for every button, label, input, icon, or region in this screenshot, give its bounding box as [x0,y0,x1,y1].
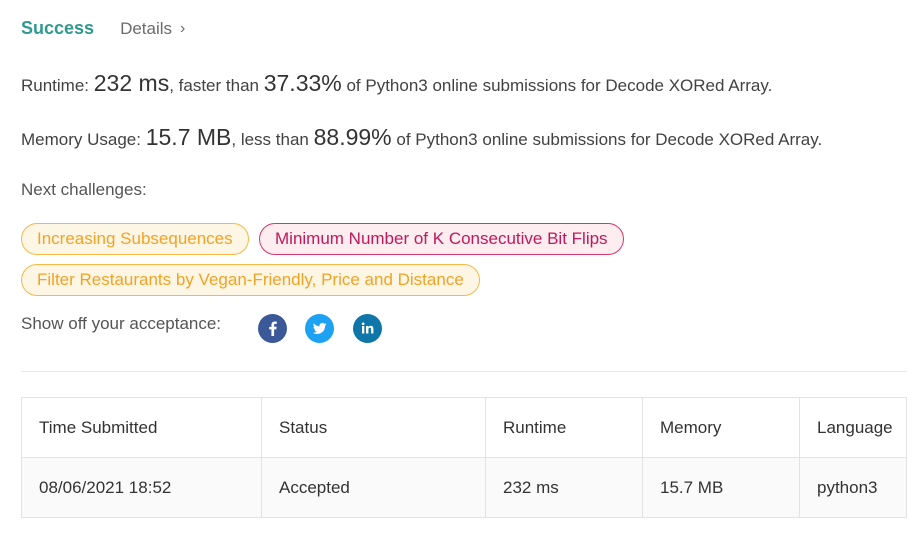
details-link[interactable]: Details › [120,19,185,39]
next-challenges-label: Next challenges: [21,180,147,199]
column-header[interactable]: Memory [642,397,800,458]
runtime-label: Runtime: [21,76,90,95]
chevron-right-icon: › [180,20,186,37]
section-divider [21,371,907,372]
result-header: Success Details › [21,18,185,39]
runtime-value: 232 ms [93,70,170,96]
memory-mid: , less than [231,130,309,149]
challenge-tag[interactable]: Filter Restaurants by Vegan-Friendly, Pr… [21,264,480,296]
memory-stat: Memory Usage: 15.7 MB, less than 88.99% … [21,124,822,151]
details-label: Details [120,19,173,38]
challenge-tag[interactable]: Increasing Subsequences [21,223,249,255]
table-header-row: Time Submitted Status Runtime Memory Lan… [21,397,907,458]
memory-suffix: of Python3 online submissions for Decode… [396,130,823,149]
runtime-stat: Runtime: 232 ms, faster than 37.33% of P… [21,70,772,97]
submission-result-page: Success Details › Runtime: 232 ms, faste… [0,0,923,542]
twitter-icon[interactable] [305,314,334,343]
runtime-percent: 37.33% [263,70,342,96]
runtime-suffix: of Python3 online submissions for Decode… [346,76,773,95]
time-submitted-cell: 08/06/2021 18:52 [21,457,262,518]
memory-percent: 88.99% [313,124,392,150]
memory-value: 15.7 MB [145,124,232,150]
runtime-mid: , faster than [169,76,259,95]
share-row: Show off your acceptance: [21,314,221,334]
submissions-table: Time Submitted Status Runtime Memory Lan… [21,397,907,518]
language-cell: python3 [799,457,907,518]
memory-cell: 15.7 MB [642,457,800,518]
status-link[interactable]: Accepted [261,457,486,518]
column-header[interactable]: Time Submitted [21,397,262,458]
challenge-tag[interactable]: Minimum Number of K Consecutive Bit Flip… [259,223,624,255]
runtime-cell: 232 ms [485,457,643,518]
share-label: Show off your acceptance: [21,314,222,333]
facebook-icon[interactable] [258,314,287,343]
success-status: Success [21,18,95,38]
table-row: 08/06/2021 18:52 Accepted 232 ms 15.7 MB… [21,457,907,518]
linkedin-icon[interactable] [353,314,382,343]
column-header[interactable]: Status [261,397,486,458]
column-header[interactable]: Runtime [485,397,643,458]
column-header[interactable]: Language [799,397,907,458]
memory-label: Memory Usage: [21,130,141,149]
